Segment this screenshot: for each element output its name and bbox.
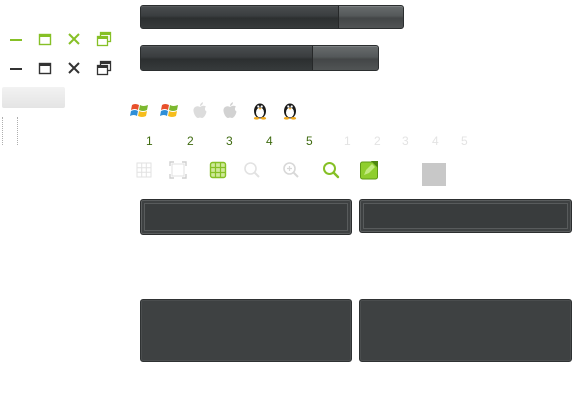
maximize-icon[interactable] xyxy=(37,60,53,76)
fullscreen-icon[interactable] xyxy=(168,160,188,180)
apple-icon xyxy=(220,100,240,120)
gray-button[interactable] xyxy=(2,87,65,108)
page-number-4[interactable]: 4 xyxy=(266,134,273,148)
edit-icon[interactable] xyxy=(359,160,379,180)
grid-icon[interactable] xyxy=(208,160,228,180)
progress-bar-1 xyxy=(140,5,404,29)
apple-icon xyxy=(190,100,210,120)
windows-icon xyxy=(160,100,180,120)
page-number-1-disabled: 1 xyxy=(344,134,351,148)
page-number-2-disabled: 2 xyxy=(374,134,381,148)
progress-bar-2-fill xyxy=(141,46,313,70)
dark-panel-3 xyxy=(140,299,352,362)
close-icon[interactable] xyxy=(66,60,82,76)
search-icon[interactable] xyxy=(321,160,341,180)
minimize-icon[interactable] xyxy=(8,60,24,76)
page-number-1[interactable]: 1 xyxy=(146,134,153,148)
restore-icon[interactable] xyxy=(96,60,112,76)
progress-bar-2 xyxy=(140,45,379,71)
dark-panel-4 xyxy=(359,299,572,362)
stage: 1 2 3 4 5 1 2 3 4 5 xyxy=(0,0,580,400)
page-number-3[interactable]: 3 xyxy=(226,134,233,148)
grid-icon[interactable] xyxy=(134,160,154,180)
page-number-3-disabled: 3 xyxy=(402,134,409,148)
zoom-in-icon[interactable] xyxy=(281,160,301,180)
linux-tux-icon xyxy=(280,100,300,120)
windows-icon xyxy=(130,100,150,120)
page-number-5-disabled: 5 xyxy=(461,134,468,148)
page-number-4-disabled: 4 xyxy=(432,134,439,148)
zoom-in-icon[interactable] xyxy=(242,160,262,180)
progress-bar-1-fill xyxy=(141,6,339,28)
dotted-separator xyxy=(2,117,18,145)
page-number-5[interactable]: 5 xyxy=(306,134,313,148)
minimize-icon[interactable] xyxy=(8,31,24,47)
restore-icon[interactable] xyxy=(96,31,112,47)
color-swatch[interactable] xyxy=(422,163,446,186)
dark-panel-1 xyxy=(140,199,352,235)
maximize-icon[interactable] xyxy=(37,31,53,47)
dark-panel-1-inner xyxy=(144,203,348,231)
page-number-2[interactable]: 2 xyxy=(187,134,194,148)
close-icon[interactable] xyxy=(66,31,82,47)
linux-tux-icon xyxy=(250,100,270,120)
dark-panel-2-inner xyxy=(363,203,568,229)
dark-panel-2 xyxy=(359,199,572,233)
